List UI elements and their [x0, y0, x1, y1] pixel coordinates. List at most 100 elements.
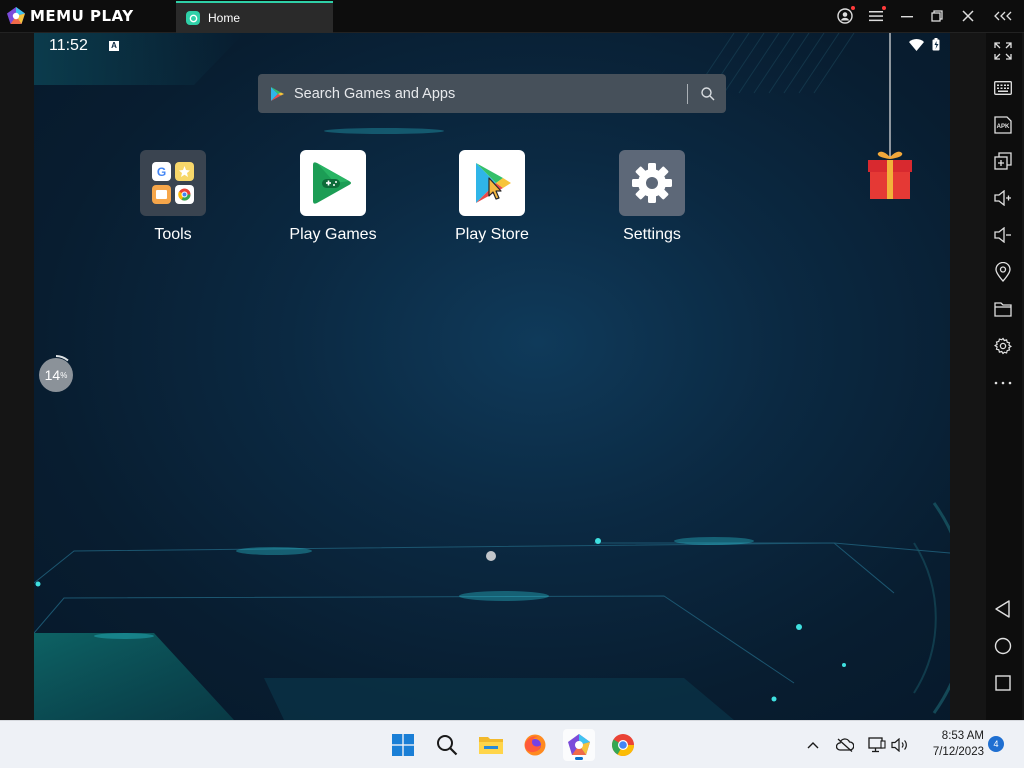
svg-text:G: G — [157, 165, 166, 179]
account-icon — [837, 8, 853, 24]
clock-time: 8:53 AM — [941, 730, 984, 742]
apk-button[interactable]: APK — [992, 114, 1014, 136]
search-divider — [687, 83, 688, 104]
notification-badge[interactable]: 4 — [988, 736, 1004, 752]
app-label: Play Games — [289, 226, 377, 243]
app-label: Tools — [154, 226, 192, 243]
firefox-button[interactable] — [519, 729, 551, 761]
back-button[interactable] — [992, 598, 1014, 620]
taskbar-search-button[interactable] — [431, 729, 463, 761]
right-toolbar: APK — [950, 33, 1024, 720]
title-bar: MEMU PLAY Home — [0, 0, 1024, 33]
home-tab-icon — [186, 11, 200, 25]
search-icon[interactable] — [700, 86, 716, 102]
app-name: MEMU PLAY — [30, 7, 134, 25]
cloud-offline-icon — [836, 738, 854, 752]
account-button[interactable] — [836, 6, 855, 25]
more-button[interactable] — [992, 372, 1014, 394]
volume-down-button[interactable] — [992, 224, 1014, 246]
settings-gear-icon — [619, 150, 685, 216]
status-indicator-icon: A — [109, 41, 119, 51]
android-home-screen[interactable]: 11:52 A Search Games and Apps G Tools Pl… — [34, 33, 950, 720]
search-bar[interactable]: Search Games and Apps — [258, 74, 726, 113]
search-input[interactable]: Search Games and Apps — [294, 86, 687, 102]
left-border — [0, 33, 34, 720]
memu-logo: MEMU PLAY — [6, 6, 134, 26]
home-icon — [994, 637, 1012, 655]
search-icon — [437, 735, 458, 756]
tab-home[interactable]: Home — [176, 1, 333, 33]
app-play-store[interactable]: Play Store — [432, 150, 552, 244]
progress-badge[interactable]: 14% — [39, 355, 73, 392]
volume-up-icon — [994, 190, 1011, 206]
network-icon — [868, 737, 886, 753]
app-label: Play Store — [455, 226, 529, 243]
network-button[interactable] — [867, 735, 887, 755]
progress-ring — [55, 355, 69, 362]
google-play-icon — [271, 86, 284, 101]
multi-instance-button[interactable] — [992, 150, 1014, 172]
chrome-icon — [612, 734, 634, 756]
battery-icon — [932, 38, 940, 51]
volume-button[interactable] — [890, 735, 910, 755]
page-indicator — [486, 551, 496, 561]
collapse-sidebar-button[interactable] — [993, 7, 1015, 25]
menu-button[interactable] — [867, 6, 886, 25]
app-label: Settings — [623, 226, 681, 243]
firefox-icon — [524, 734, 546, 756]
home-button[interactable] — [992, 635, 1014, 657]
show-hidden-icons-button[interactable] — [803, 735, 823, 755]
volume-up-button[interactable] — [992, 187, 1014, 209]
apk-icon: APK — [994, 116, 1012, 134]
file-explorer-button[interactable] — [475, 729, 507, 761]
taskbar-clock[interactable]: 8:53 AM 7/12/2023 — [922, 728, 984, 760]
memu-logo-icon — [7, 7, 25, 24]
multi-instance-icon — [994, 152, 1012, 170]
play-games-icon — [300, 150, 366, 216]
recents-button[interactable] — [992, 672, 1014, 694]
app-tools[interactable]: G Tools — [113, 150, 233, 244]
location-button[interactable] — [992, 261, 1014, 283]
notification-dot — [882, 6, 886, 10]
file-explorer-icon — [479, 737, 503, 754]
minimize-button[interactable] — [898, 7, 916, 25]
fullscreen-icon — [994, 42, 1012, 60]
back-icon — [995, 600, 1010, 618]
app-play-games[interactable]: Play Games — [273, 150, 393, 244]
restore-button[interactable] — [928, 7, 946, 25]
svg-text:APK: APK — [997, 124, 1010, 130]
close-button[interactable] — [959, 7, 977, 25]
memu-icon — [568, 734, 590, 755]
clock-date: 7/12/2023 — [932, 746, 984, 758]
status-time: 11:52 — [49, 37, 88, 54]
active-indicator — [575, 757, 583, 760]
speaker-icon — [891, 738, 907, 752]
notification-dot — [851, 6, 855, 10]
background-decoration — [34, 33, 950, 720]
windows-taskbar: 8:53 AM 7/12/2023 4 — [0, 720, 1024, 768]
volume-down-icon — [994, 227, 1011, 243]
keyboard-button[interactable] — [992, 77, 1014, 99]
close-icon — [962, 10, 974, 22]
start-button[interactable] — [387, 729, 419, 761]
restore-icon — [931, 10, 943, 22]
app-settings[interactable]: Settings — [592, 150, 712, 244]
fullscreen-button[interactable] — [992, 40, 1014, 62]
keyboard-icon — [994, 81, 1012, 95]
windows-start-icon — [392, 734, 414, 756]
folder-button[interactable] — [992, 298, 1014, 320]
folder-icon — [994, 301, 1012, 317]
play-store-icon — [459, 150, 525, 216]
more-icon — [994, 381, 1012, 385]
settings-icon — [994, 337, 1012, 355]
minimize-icon — [901, 16, 913, 18]
tools-folder-icon: G — [140, 150, 206, 216]
tab-label: Home — [208, 11, 241, 25]
chrome-button[interactable] — [607, 729, 639, 761]
onedrive-button[interactable] — [835, 735, 855, 755]
gift-box-icon[interactable] — [866, 33, 914, 203]
recents-icon — [995, 675, 1011, 691]
memu-taskbar-button[interactable] — [563, 729, 595, 761]
triple-chevron-left-icon — [994, 11, 1012, 21]
settings-button[interactable] — [992, 335, 1014, 357]
